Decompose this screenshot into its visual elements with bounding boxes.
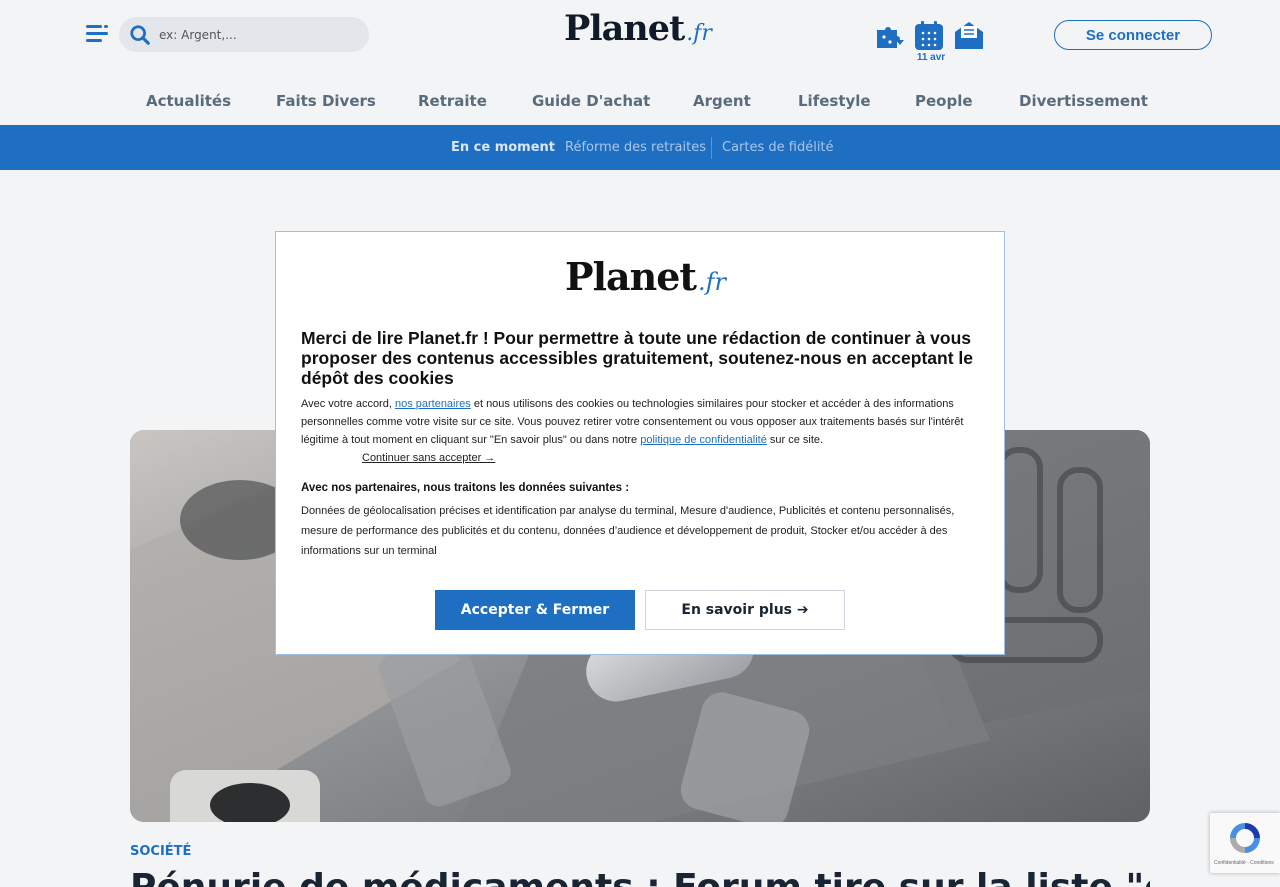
consent-logo-suffix: .fr — [698, 268, 726, 296]
logo-text: Planet — [564, 8, 685, 49]
nav-item-faits-divers[interactable]: Faits Divers — [276, 92, 376, 110]
consent-body: Avec votre accord, nos partenaires et no… — [301, 395, 981, 449]
cookie-consent-dialog: Planet .fr Merci de lire Planet.fr ! Pou… — [275, 231, 1005, 655]
recaptcha-icon — [1230, 823, 1260, 853]
menu-icon[interactable] — [86, 23, 108, 43]
privacy-policy-link[interactable]: politique de confidentialité — [640, 434, 767, 446]
purposes-heading: Avec nos partenaires, nous traitons les … — [301, 482, 630, 494]
continue-without-accepting-link[interactable]: Continuer sans accepter → — [362, 452, 495, 464]
site-header: Planet .fr 11 avr Se connecter Actualité… — [0, 0, 1280, 125]
nav-item-lifestyle[interactable]: Lifestyle — [798, 92, 871, 110]
trending-divider — [711, 137, 712, 159]
consent-body-text-3: sur ce site. — [766, 434, 824, 446]
recaptcha-text[interactable]: Confidentialité - Conditions — [1214, 860, 1274, 866]
nav-item-guide-achat[interactable]: Guide D'achat — [532, 92, 650, 110]
trending-item-reforme[interactable]: Réforme des retraites — [565, 140, 706, 155]
site-logo[interactable]: Planet .fr — [564, 8, 714, 56]
recaptcha-badge[interactable]: Confidentialité - Conditions — [1210, 813, 1280, 873]
trending-label: En ce moment — [451, 140, 556, 155]
puzzle-games-icon[interactable] — [874, 20, 906, 52]
nav-item-divertissement[interactable]: Divertissement — [1019, 92, 1148, 110]
learn-more-button[interactable]: En savoir plus ➔ — [645, 590, 845, 630]
logo-suffix: .fr — [686, 21, 712, 46]
accept-close-button[interactable]: Accepter & Fermer — [435, 590, 635, 630]
consent-body-text: Avec votre accord, — [301, 398, 395, 410]
partners-link[interactable]: nos partenaires — [395, 398, 471, 410]
consent-logo-text: Planet — [565, 254, 697, 299]
article-headline[interactable]: Pénurie de médicaments : Forum tire sur … — [130, 866, 1150, 887]
main-nav: Actualités Faits Divers Retraite Guide D… — [0, 92, 1280, 116]
trending-item-cartes[interactable]: Cartes de fidélité — [722, 140, 834, 155]
consent-logo: Planet .fr — [565, 254, 726, 299]
newsletter-icon[interactable] — [953, 20, 985, 52]
purposes-list: Données de géolocalisation précises et i… — [301, 505, 955, 557]
nav-item-argent[interactable]: Argent — [693, 92, 751, 110]
consent-title: Merci de lire Planet.fr ! Pour permettre… — [301, 328, 973, 388]
nav-item-actualites[interactable]: Actualités — [146, 92, 231, 110]
search-icon[interactable] — [129, 24, 151, 46]
trending-bar: En ce moment Réforme des retraites Carte… — [0, 125, 1280, 170]
article-category[interactable]: SOCIÉTÉ — [130, 844, 191, 859]
login-button[interactable]: Se connecter — [1054, 20, 1212, 50]
calendar-date-label: 11 avr — [916, 52, 946, 63]
calendar-icon[interactable] — [914, 20, 944, 52]
nav-item-retraite[interactable]: Retraite — [418, 92, 487, 110]
nav-item-people[interactable]: People — [915, 92, 973, 110]
search-bar[interactable] — [119, 17, 369, 52]
search-input[interactable] — [159, 27, 349, 42]
